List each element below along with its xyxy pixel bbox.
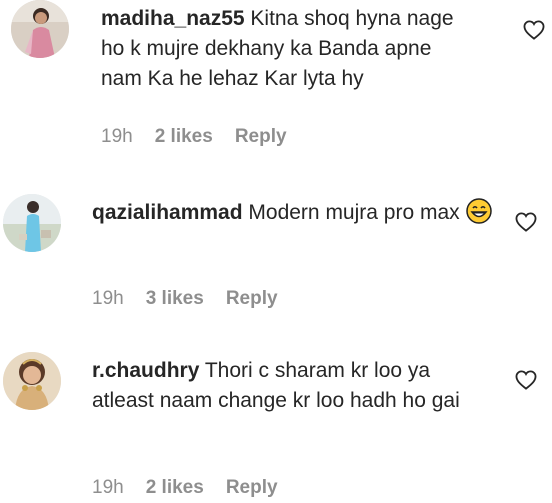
reply-button[interactable]: Reply [226, 477, 278, 498]
comment-username[interactable]: madiha_naz55 [101, 7, 245, 30]
comment-username[interactable]: qazialihammad [92, 201, 243, 224]
avatar[interactable] [11, 0, 69, 58]
heart-icon[interactable] [515, 370, 537, 390]
comment-item: r.chaudhry Thori c sharam kr loo ya atle… [0, 330, 552, 503]
grinning-face-emoji-icon [465, 198, 492, 224]
likes-count[interactable]: 2 likes [155, 126, 213, 147]
likes-count[interactable]: 3 likes [146, 288, 204, 309]
comment-item: madiha_naz55 Kitna shoq hyna nage ho k m… [0, 0, 552, 160]
reply-button[interactable]: Reply [235, 126, 287, 147]
comment-body: qazialihammad Modern mujra pro max [92, 198, 492, 228]
comment-body: r.chaudhry Thori c sharam kr loo ya atle… [92, 356, 492, 416]
comment-time: 19h [92, 288, 124, 309]
avatar[interactable] [3, 352, 61, 410]
comment-meta: 19h 2 likes Reply [101, 126, 309, 148]
avatar[interactable] [3, 194, 61, 252]
comment-text: Modern mujra pro max [248, 201, 460, 224]
comment-time: 19h [92, 477, 124, 498]
heart-icon[interactable] [523, 20, 545, 40]
comment-meta: 19h 3 likes Reply [92, 288, 300, 310]
heart-icon[interactable] [515, 212, 537, 232]
likes-count[interactable]: 2 likes [146, 477, 204, 498]
reply-button[interactable]: Reply [226, 288, 278, 309]
comment-body: madiha_naz55 Kitna shoq hyna nage ho k m… [101, 4, 471, 94]
comment-time: 19h [101, 126, 133, 147]
comment-item: qazialihammad Modern mujra pro max 19h 3 … [0, 160, 552, 330]
comment-meta: 19h 2 likes Reply [92, 477, 300, 499]
comment-username[interactable]: r.chaudhry [92, 359, 199, 382]
